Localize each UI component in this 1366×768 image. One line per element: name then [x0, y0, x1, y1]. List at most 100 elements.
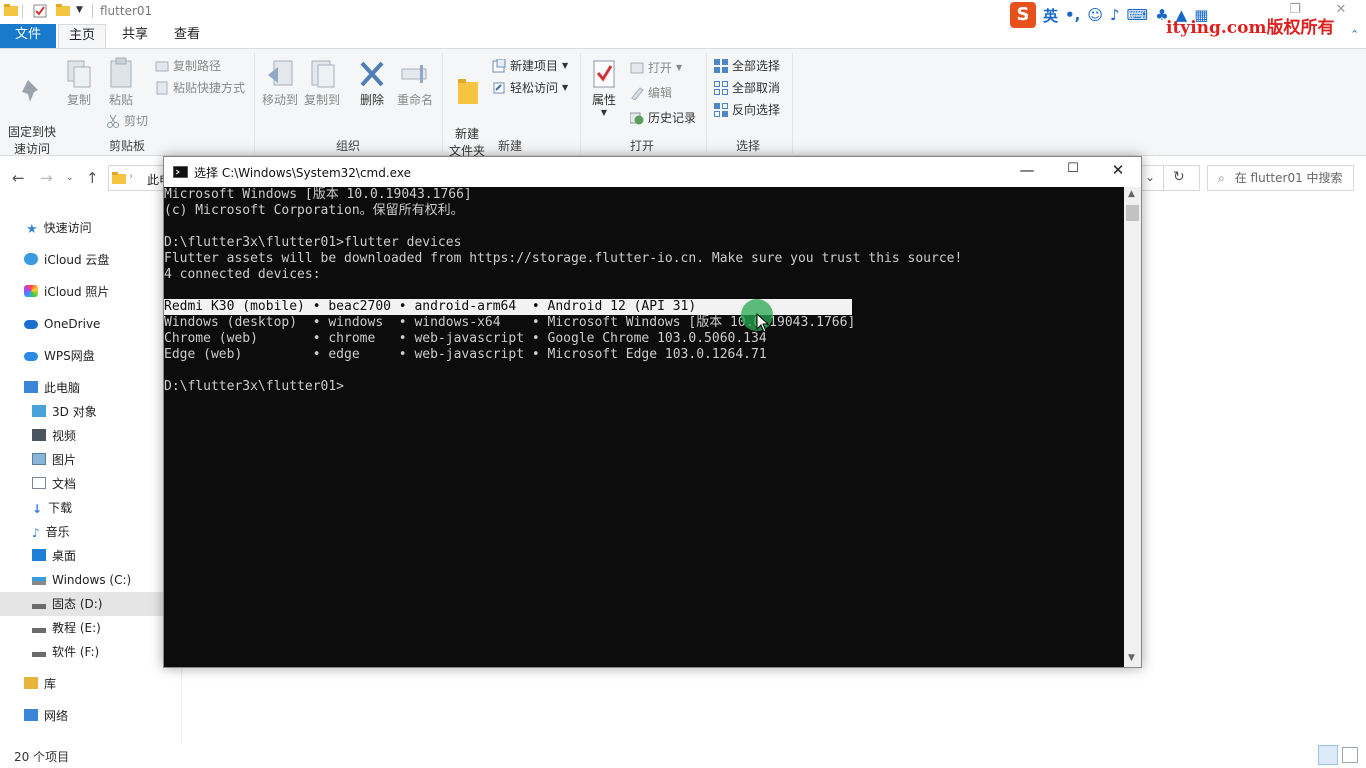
nav-quick-access[interactable]: ★ 快速访问: [0, 216, 163, 240]
nav-this-pc[interactable]: 此电脑: [0, 376, 163, 400]
divider: [92, 4, 93, 18]
cube-icon: [32, 405, 46, 417]
nav-documents[interactable]: 文档: [0, 472, 163, 496]
close-icon[interactable]: ✕: [1095, 161, 1141, 183]
music-note-icon: ♪: [32, 526, 40, 540]
nav-videos[interactable]: 视频: [0, 424, 163, 448]
nav-drive-d[interactable]: 固态 (D:): [0, 592, 163, 616]
scroll-thumb[interactable]: [1126, 205, 1139, 221]
nav-drive-f[interactable]: 软件 (F:): [0, 640, 163, 664]
nav-downloads[interactable]: ↓ 下载: [0, 496, 163, 520]
delete-button[interactable]: 删除: [354, 59, 390, 109]
drive-icon: [32, 652, 46, 657]
nav-onedrive[interactable]: OneDrive: [0, 312, 163, 336]
microphone-icon[interactable]: ♪: [1110, 6, 1120, 24]
copy-label: 复制: [66, 93, 91, 107]
console-line: Flutter assets will be downloaded from h…: [164, 251, 963, 266]
pin-quick-access-button[interactable]: 固定到快 速访问: [4, 61, 60, 158]
easy-access-icon: [493, 82, 505, 93]
picture-icon: [32, 453, 46, 465]
select-none-button[interactable]: 全部取消: [714, 79, 780, 96]
forward-arrow-icon[interactable]: →: [40, 169, 53, 187]
copy-to-icon: [311, 60, 335, 88]
nav-label: 教程 (E:): [52, 621, 101, 635]
folder-icon: [4, 4, 18, 20]
select-all-button[interactable]: 全部选择: [714, 57, 780, 74]
nav-3d-objects[interactable]: 3D 对象: [0, 400, 163, 424]
item-count: 20 个项目: [14, 750, 70, 764]
maximize-icon[interactable]: ☐: [1050, 161, 1096, 183]
invert-selection-button[interactable]: 反向选择: [714, 101, 780, 118]
paste-shortcut-label: 粘贴快捷方式: [173, 81, 246, 95]
copy-button[interactable]: 复制: [62, 59, 96, 109]
nav-icloud-photos[interactable]: iCloud 照片: [0, 280, 163, 304]
punctuation-icon[interactable]: •,: [1065, 6, 1080, 24]
windows-drive-icon: [32, 577, 46, 585]
tab-file[interactable]: 文件: [0, 24, 56, 48]
easy-access-button[interactable]: 轻松访问 ▼: [492, 79, 568, 96]
cmd-titlebar[interactable]: 选择 C:\Windows\System32\cmd.exe — ☐ ✕: [164, 157, 1141, 187]
edit-label: 编辑: [648, 86, 673, 100]
edit-button[interactable]: 编辑: [630, 84, 672, 101]
cmd-window[interactable]: 选择 C:\Windows\System32\cmd.exe — ☐ ✕ Mic…: [163, 156, 1142, 668]
help-chevron-icon[interactable]: ⌃: [1350, 28, 1359, 41]
console-line: Chrome (web) • chrome • web-javascript •…: [164, 331, 767, 346]
copy-path-icon: [155, 61, 169, 71]
properties-check-icon[interactable]: [33, 4, 47, 22]
search-input[interactable]: ⌕ 在 flutter01 中搜索: [1207, 165, 1354, 191]
copy-to-button[interactable]: 复制到: [302, 59, 342, 109]
nav-drive-c[interactable]: Windows (C:): [0, 568, 163, 592]
desktop-icon: [32, 549, 46, 561]
paste-button[interactable]: 粘贴: [104, 57, 138, 109]
delete-label: 删除: [359, 93, 384, 107]
tab-view[interactable]: 查看: [164, 24, 210, 48]
cmd-window-title: 选择 C:\Windows\System32\cmd.exe: [194, 166, 411, 180]
network-icon: [24, 709, 38, 721]
cut-button[interactable]: 剪切: [106, 112, 148, 129]
large-icons-view-icon[interactable]: [1342, 747, 1358, 763]
back-arrow-icon[interactable]: ←: [12, 169, 25, 187]
new-folder-icon[interactable]: [56, 4, 70, 20]
nav-icloud-drive[interactable]: iCloud 云盘: [0, 248, 163, 272]
nav-pictures[interactable]: 图片: [0, 448, 163, 472]
chevron-down-icon[interactable]: ⌄: [1145, 170, 1155, 184]
up-arrow-icon[interactable]: ↑: [86, 169, 99, 187]
ime-lang-indicator[interactable]: 英: [1043, 5, 1058, 26]
open-button[interactable]: 打开 ▼: [630, 59, 682, 76]
paste-shortcut-button[interactable]: 粘贴快捷方式: [155, 79, 245, 96]
tab-home[interactable]: 主页: [58, 24, 106, 48]
details-view-icon[interactable]: [1318, 745, 1338, 765]
cut-label: 剪切: [124, 114, 149, 128]
nav-wps[interactable]: WPS网盘: [0, 344, 163, 368]
nav-libraries[interactable]: 库: [0, 672, 163, 696]
properties-button[interactable]: 属性 ▼: [586, 59, 622, 117]
address-field[interactable]: › 此电: [108, 165, 171, 191]
scroll-up-icon[interactable]: ▲: [1128, 189, 1135, 199]
cmd-console[interactable]: Microsoft Windows [版本 10.0.19043.1766] (…: [164, 187, 1124, 667]
move-to-button[interactable]: 移动到: [260, 59, 300, 109]
nav-music[interactable]: ♪ 音乐: [0, 520, 163, 544]
nav-label: 桌面: [52, 549, 77, 563]
clipboard-group-label: 剪贴板: [108, 139, 145, 153]
scroll-down-icon[interactable]: ▼: [1128, 653, 1135, 663]
history-button[interactable]: 历史记录: [630, 109, 696, 126]
chevron-down-icon: ▼: [562, 61, 569, 70]
new-item-label: 新建项目: [510, 59, 559, 73]
nav-desktop[interactable]: 桌面: [0, 544, 163, 568]
rename-button[interactable]: 重命名: [394, 59, 436, 109]
cmd-scrollbar[interactable]: ▲ ▼: [1124, 187, 1141, 667]
new-item-button[interactable]: 新建项目 ▼: [492, 57, 568, 74]
copy-path-button[interactable]: 复制路径: [155, 57, 221, 74]
refresh-icon[interactable]: ↻: [1173, 169, 1185, 185]
group-separator: [706, 53, 707, 153]
nav-label: 文档: [52, 477, 77, 491]
tab-share[interactable]: 共享: [112, 24, 158, 48]
nav-network[interactable]: 网络: [0, 704, 163, 728]
emoji-icon[interactable]: ☺: [1087, 6, 1103, 24]
new-group-label: 新建: [497, 139, 522, 153]
keyboard-icon[interactable]: ⌨: [1127, 6, 1149, 24]
minimize-icon[interactable]: —: [1004, 161, 1050, 183]
nav-drive-e[interactable]: 教程 (E:): [0, 616, 163, 640]
chevron-down-icon[interactable]: ▼: [76, 5, 83, 15]
recent-chevron-icon[interactable]: ⌄: [66, 173, 74, 183]
